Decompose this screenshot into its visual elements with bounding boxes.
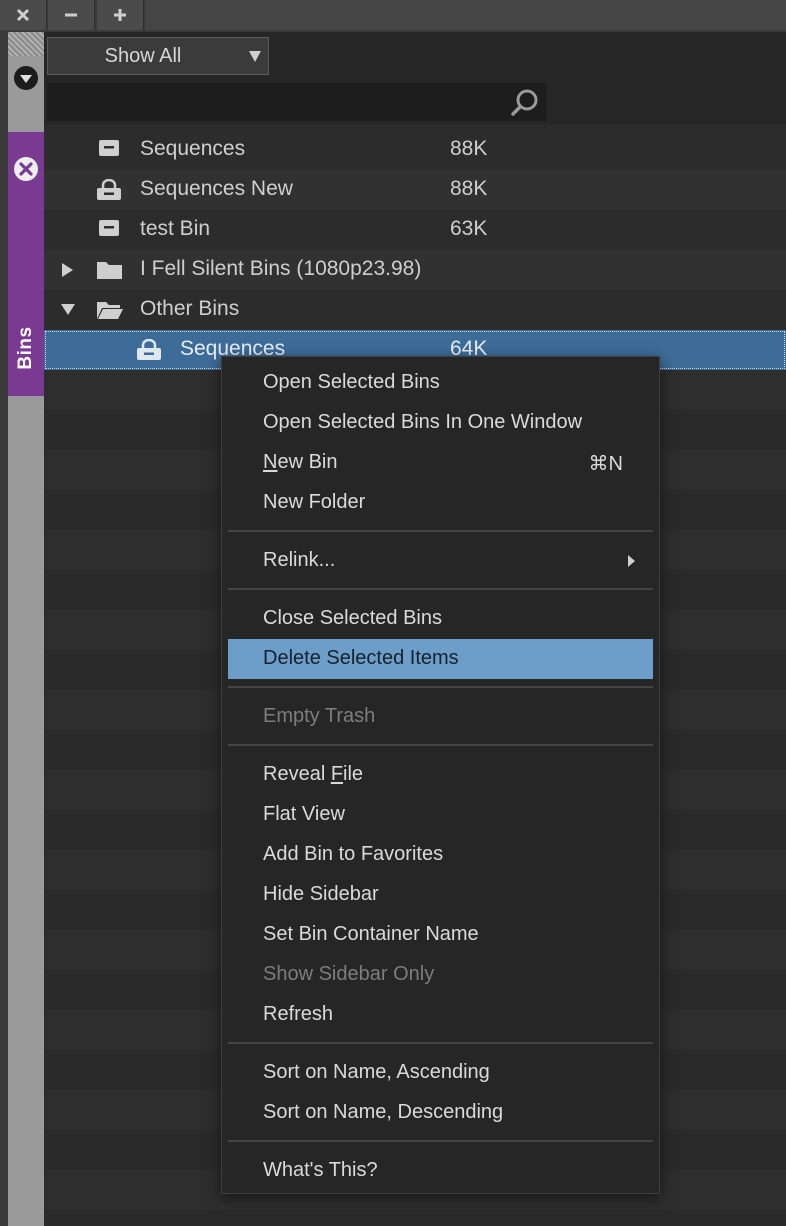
- bin-list: Sequences 88K Sequences New 88K test Bin…: [44, 130, 786, 370]
- filter-dropdown-value: Show All: [104, 44, 182, 67]
- menu-item-label: Refresh: [263, 1003, 334, 1025]
- menu-item-label: New Bin: [263, 451, 337, 474]
- add-window-button[interactable]: [97, 0, 144, 30]
- menu-separator: [228, 588, 653, 590]
- menu-item-sort-ascending[interactable]: Sort on Name, Ascending: [228, 1053, 653, 1093]
- bin-icon: [99, 140, 119, 156]
- context-menu: Open Selected Bins Open Selected Bins In…: [221, 356, 660, 1194]
- menu-item-mnemonic: F: [330, 763, 344, 785]
- menu-item-show-sidebar-only: Show Sidebar Only: [228, 955, 653, 995]
- left-edge: [0, 32, 8, 1226]
- menu-item-label: What's This?: [263, 1159, 378, 1181]
- close-icon: [16, 8, 30, 22]
- search-input[interactable]: [47, 83, 546, 121]
- sidebar-menu-icon[interactable]: [12, 64, 40, 92]
- menu-item-label: Set Bin Container Name: [263, 923, 479, 945]
- locked-bin-icon: [97, 179, 121, 200]
- bin-name: Sequences New: [140, 177, 293, 200]
- menu-item-label: Relink...: [263, 549, 336, 571]
- menu-item-label: Show Sidebar Only: [263, 963, 435, 985]
- bin-name: test Bin: [140, 217, 211, 240]
- locked-bin-icon: [137, 339, 161, 360]
- toolbar: Show All: [44, 32, 786, 124]
- menu-item-label: Sort on Name, Ascending: [263, 1061, 490, 1083]
- menu-separator: [228, 530, 653, 532]
- collapse-triangle-icon[interactable]: [60, 302, 76, 316]
- menu-item-whats-this[interactable]: What's This?: [228, 1151, 653, 1191]
- folder-icon: [97, 262, 122, 279]
- bin-row[interactable]: Sequences New 88K: [44, 170, 786, 210]
- menu-item-label: Delete Selected Items: [263, 647, 459, 669]
- menu-separator: [228, 1140, 653, 1142]
- search-icon[interactable]: [510, 88, 540, 118]
- bin-name: Sequences: [140, 137, 246, 160]
- close-window-button[interactable]: [0, 0, 47, 30]
- title-bar-strip: [145, 0, 786, 30]
- menu-item-shortcut: ⌘N: [588, 453, 623, 475]
- menu-item-open-selected-bins[interactable]: Open Selected Bins: [228, 363, 653, 403]
- menu-item-label-post: ile: [343, 763, 364, 785]
- chevron-down-icon: [249, 51, 261, 62]
- menu-item-label: Add Bin to Favorites: [263, 843, 444, 865]
- menu-item-flat-view[interactable]: Flat View: [228, 795, 653, 835]
- folder-name: I Fell Silent Bins (1080p23.98): [140, 257, 422, 280]
- bin-row[interactable]: test Bin 63K: [44, 210, 786, 250]
- folder-open-icon: [97, 302, 123, 319]
- bin-size: 88K: [450, 137, 488, 160]
- menu-item-reveal-file[interactable]: Reveal File: [228, 755, 653, 795]
- menu-item-open-selected-bins-one-window[interactable]: Open Selected Bins In One Window: [228, 403, 653, 443]
- menu-item-label-post: ew Bin: [277, 451, 338, 473]
- menu-item-new-folder[interactable]: New Folder: [228, 483, 653, 523]
- menu-item-label: Empty Trash: [263, 705, 376, 727]
- sidebar-grip[interactable]: [8, 32, 44, 56]
- menu-item-set-bin-container-name[interactable]: Set Bin Container Name: [228, 915, 653, 955]
- filter-dropdown[interactable]: Show All: [47, 37, 269, 75]
- menu-item-label: Open Selected Bins In One Window: [263, 411, 583, 433]
- expand-triangle-icon[interactable]: [60, 262, 74, 278]
- sidebar: Bins: [8, 32, 44, 1226]
- menu-item-label: Hide Sidebar: [263, 883, 379, 905]
- menu-item-refresh[interactable]: Refresh: [228, 995, 653, 1035]
- bin-row[interactable]: Sequences 88K: [44, 130, 786, 170]
- add-icon: [114, 9, 126, 21]
- submenu-arrow-icon: [628, 555, 635, 567]
- menu-item-add-bin-to-favorites[interactable]: Add Bin to Favorites: [228, 835, 653, 875]
- menu-item-hide-sidebar[interactable]: Hide Sidebar: [228, 875, 653, 915]
- minimize-window-button[interactable]: [48, 0, 95, 30]
- minimize-icon: [65, 13, 77, 17]
- menu-item-label: Open Selected Bins: [263, 371, 440, 393]
- menu-item-new-bin[interactable]: New Bin ⌘N: [228, 443, 653, 483]
- menu-item-label: Flat View: [263, 803, 345, 825]
- menu-item-close-selected-bins[interactable]: Close Selected Bins: [228, 599, 653, 639]
- menu-item-label: Close Selected Bins: [263, 607, 442, 629]
- bin-icon: [99, 220, 119, 236]
- menu-item-label: Sort on Name, Descending: [263, 1101, 504, 1123]
- bin-size: 88K: [450, 177, 488, 200]
- close-tab-icon[interactable]: [12, 155, 40, 183]
- menu-separator: [228, 1042, 653, 1044]
- menu-item-label-pre: Reveal: [263, 763, 331, 785]
- menu-item-relink[interactable]: Relink...: [228, 541, 653, 581]
- menu-item-label: New Folder: [263, 491, 366, 513]
- folder-row[interactable]: I Fell Silent Bins (1080p23.98): [44, 250, 786, 290]
- menu-separator: [228, 686, 653, 688]
- menu-item-sort-descending[interactable]: Sort on Name, Descending: [228, 1093, 653, 1133]
- folder-name: Other Bins: [140, 297, 240, 320]
- sidebar-tab-label: Bins: [15, 326, 36, 370]
- folder-row[interactable]: Other Bins: [44, 290, 786, 330]
- window-title-bar: [0, 0, 786, 32]
- menu-separator: [228, 744, 653, 746]
- bin-size: 63K: [450, 217, 488, 240]
- menu-item-delete-selected-items[interactable]: Delete Selected Items: [228, 639, 653, 679]
- menu-item-label: Reveal File: [263, 763, 363, 786]
- menu-item-empty-trash: Empty Trash: [228, 697, 653, 737]
- menu-item-mnemonic: N: [263, 451, 278, 473]
